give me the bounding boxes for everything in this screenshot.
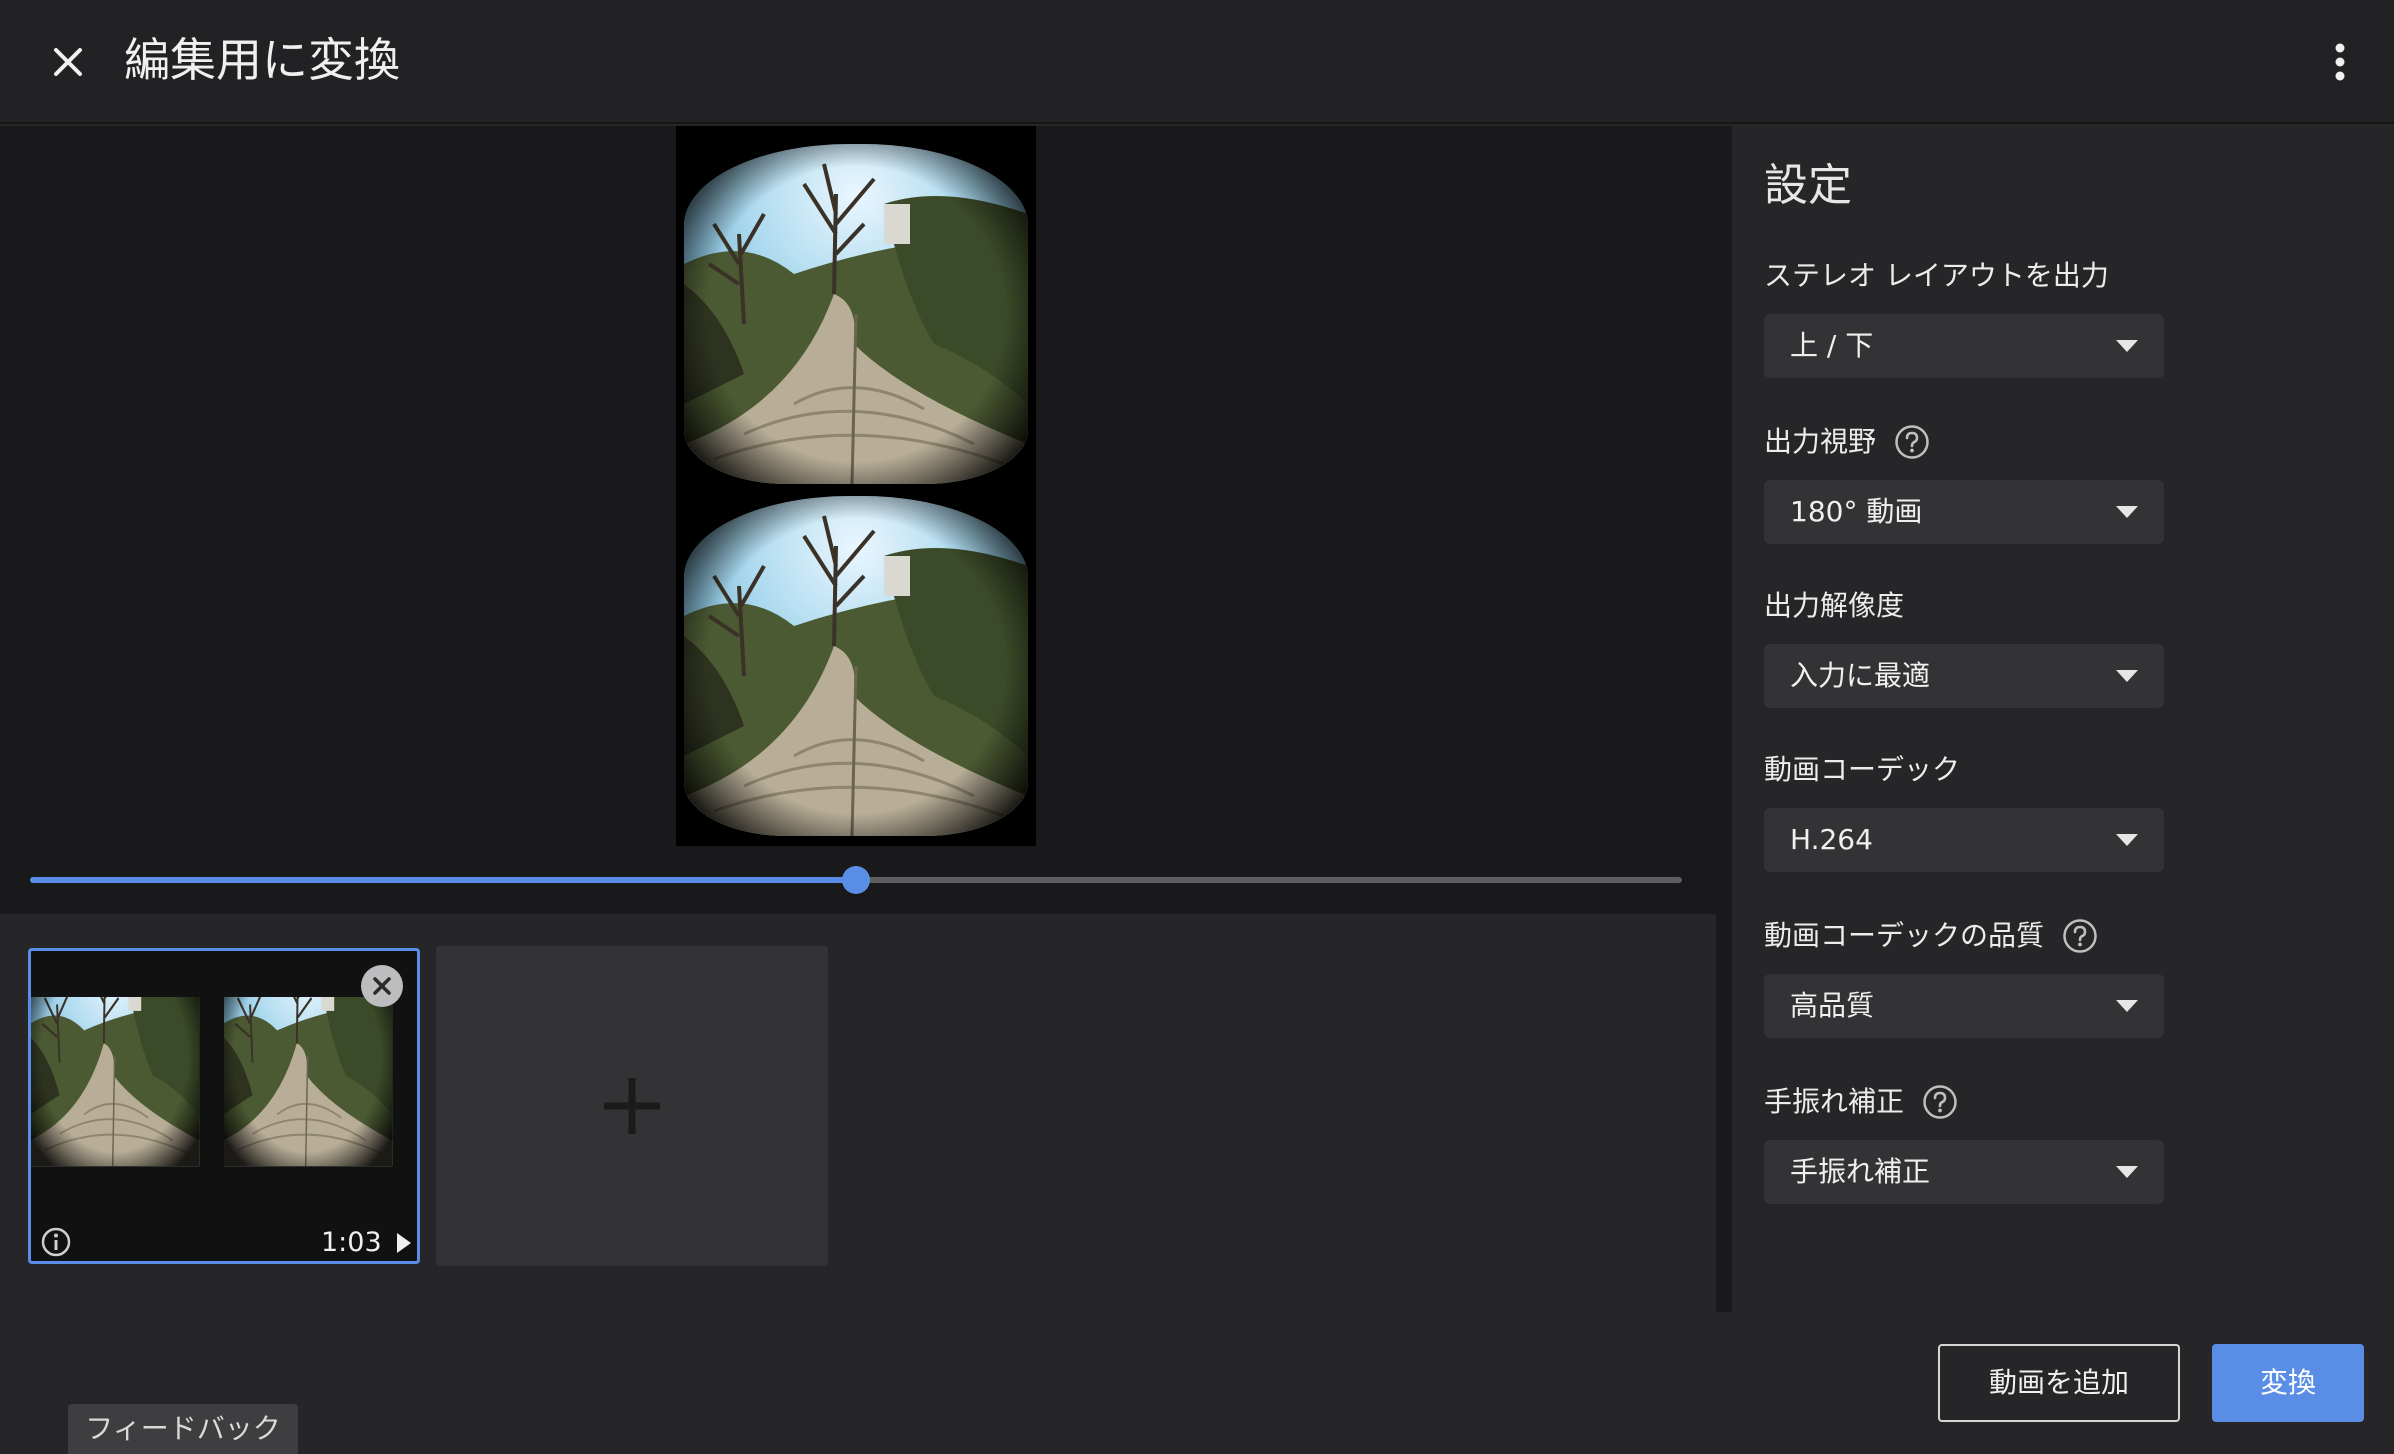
- video-codec-select[interactable]: H.264: [1764, 808, 2164, 872]
- select-value: 180° 動画: [1790, 495, 1923, 528]
- help-icon[interactable]: [2062, 918, 2098, 954]
- remove-clip-button[interactable]: [361, 965, 403, 1007]
- video-codec-label: 動画コーデック: [1764, 750, 1960, 790]
- playback-slider[interactable]: [30, 866, 1682, 894]
- dropdown-arrow-icon: [2116, 506, 2138, 518]
- stabilization-select[interactable]: 手振れ補正: [1764, 1140, 2164, 1204]
- slider-progress: [30, 877, 856, 883]
- clip-duration: 1:03: [321, 1227, 382, 1258]
- play-icon: [397, 1233, 411, 1253]
- page-title: 編集用に変換: [124, 33, 400, 87]
- codec-quality-select[interactable]: 高品質: [1764, 974, 2164, 1038]
- dropdown-arrow-icon: [2116, 834, 2138, 846]
- add-video-button[interactable]: 動画を追加: [1938, 1344, 2180, 1422]
- output-fov-label: 出力視野: [1764, 422, 1930, 462]
- field-label-text: 動画コーデックの品質: [1764, 919, 2045, 952]
- field-label-text: 出力解像度: [1764, 589, 1905, 622]
- dropdown-arrow-icon: [2116, 1000, 2138, 1012]
- stereo-layout-label: ステレオ レイアウトを出力: [1764, 256, 2109, 296]
- close-button[interactable]: [38, 32, 98, 92]
- select-value: 上 / 下: [1790, 329, 1874, 362]
- video-preview: [676, 126, 1036, 846]
- close-icon: [373, 977, 391, 995]
- settings-panel: 設定 ステレオ レイアウトを出力 上 / 下 出力視野 180° 動画 出力解像…: [1732, 126, 2394, 1312]
- info-icon: [41, 1227, 71, 1257]
- footer-bar: フィードバック 動画を追加 変換: [0, 1312, 2394, 1454]
- select-value: H.264: [1790, 823, 1873, 856]
- plus-icon: [604, 1078, 660, 1134]
- more-options-button[interactable]: [2310, 32, 2370, 92]
- stabilization-label: 手振れ補正: [1764, 1082, 1958, 1122]
- slider-thumb[interactable]: [842, 866, 870, 894]
- app-header: 編集用に変換: [0, 0, 2394, 124]
- stereo-top-view: [684, 144, 1028, 484]
- output-fov-select[interactable]: 180° 動画: [1764, 480, 2164, 544]
- stereo-bottom-view: [684, 496, 1028, 836]
- stereo-layout-select[interactable]: 上 / 下: [1764, 314, 2164, 378]
- clip-info-button[interactable]: [39, 1225, 73, 1259]
- convert-button[interactable]: 変換: [2212, 1344, 2364, 1422]
- feedback-button[interactable]: フィードバック: [68, 1404, 298, 1454]
- field-label-text: 出力視野: [1764, 425, 1877, 458]
- select-value: 高品質: [1790, 989, 1875, 1022]
- video-preview-area: [0, 126, 1716, 914]
- panel-divider: [1716, 126, 1732, 1312]
- more-vert-icon: [2335, 43, 2345, 81]
- close-icon: [54, 48, 82, 76]
- field-label-text: ステレオ レイアウトを出力: [1764, 259, 2109, 292]
- help-icon[interactable]: [1894, 424, 1930, 460]
- play-clip-button[interactable]: [391, 1229, 417, 1257]
- output-resolution-select[interactable]: 入力に最適: [1764, 644, 2164, 708]
- select-value: 手振れ補正: [1790, 1155, 1931, 1188]
- clip-thumbnail-image: [31, 997, 417, 1217]
- dropdown-arrow-icon: [2116, 1166, 2138, 1178]
- select-value: 入力に最適: [1790, 659, 1931, 692]
- codec-quality-label: 動画コーデックの品質: [1764, 916, 2098, 956]
- field-label-text: 動画コーデック: [1764, 753, 1961, 786]
- dropdown-arrow-icon: [2116, 670, 2138, 682]
- field-label-text: 手振れ補正: [1764, 1085, 1905, 1118]
- dropdown-arrow-icon: [2116, 340, 2138, 352]
- output-resolution-label: 出力解像度: [1764, 586, 1904, 626]
- clip-thumbnail[interactable]: 1:03: [28, 948, 420, 1264]
- clip-strip: 1:03: [0, 914, 1716, 1312]
- settings-title: 設定: [1764, 160, 1852, 211]
- add-clip-button[interactable]: [436, 946, 828, 1266]
- help-icon[interactable]: [1922, 1084, 1958, 1120]
